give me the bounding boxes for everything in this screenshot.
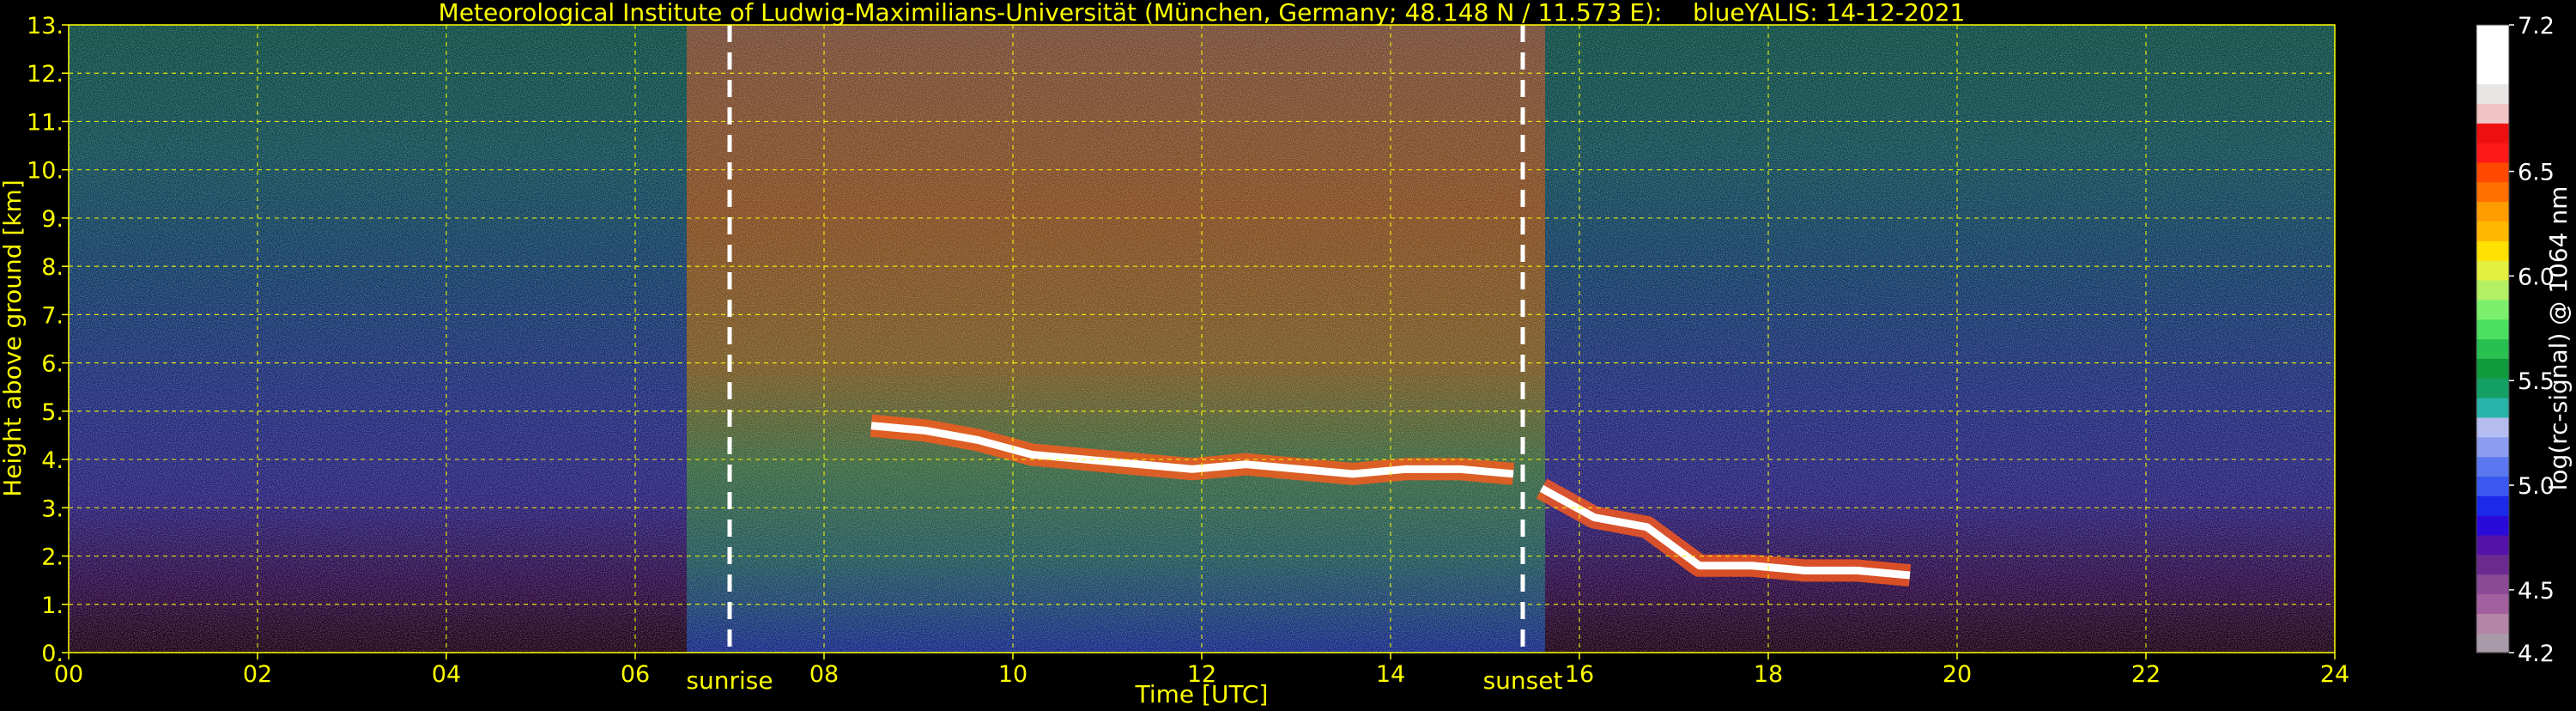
y-axis-label: Height above ground [km] [0,179,27,497]
y-tick-label: 11. [27,109,64,136]
colorbar-segment [2476,279,2509,301]
lidar-quicklook: sunrise sunset 00 02 04 06 08 10 12 14 16 18 20 22 24… [0,0,2576,708]
chart-svg: sunrise sunset 00 02 04 06 08 10 12 14 16 18 20 22 24… [0,0,2573,708]
x-tick-label: 10 [998,661,1027,688]
colorbar-segment [2476,103,2509,124]
y-tick-label: 6. [41,351,64,378]
y-tick-label: 2. [41,544,64,571]
colorbar-segment [2476,240,2509,261]
colorbar-segment [2476,358,2509,379]
y-tick-label: 4. [41,447,64,474]
y-tick-label: 7. [41,302,64,329]
colorbar-segment [2476,398,2509,418]
colorbar-segment [2476,181,2509,203]
colorbar-segment [2476,123,2509,143]
x-tick-label: 24 [2320,661,2349,688]
colorbar-segment [2476,534,2509,556]
colorbar-segment [2476,436,2509,458]
x-tick-label: 18 [1754,661,1783,688]
chart-title: Meteorological Institute of Ludwig-Maxim… [439,0,1966,27]
colorbar-segment [2476,299,2509,320]
y-tick-label: 0. [41,641,64,667]
colorbar-segment [2476,319,2509,340]
x-axis-label: Time [UTC] [1135,680,1269,708]
y-tick-label: 3. [41,495,64,522]
x-tick-label: 14 [1376,661,1405,688]
y-tick-label: 12. [27,61,64,88]
x-tick-label: 16 [1565,661,1594,688]
colorbar-segment [2476,554,2509,575]
colorbar-tick-label: 4.2 [2518,641,2555,667]
colorbar-segment [2476,161,2509,183]
y-tick-label: 9. [41,206,64,233]
colorbar-segment [2476,260,2509,281]
x-tick-label: 04 [432,661,461,688]
colorbar-segment [2476,633,2509,653]
colorbar-segment [2476,574,2509,595]
colorbar-segment [2476,593,2509,614]
colorbar-segment [2476,201,2509,222]
colorbar-segment [2476,221,2509,241]
x-tick-label: 06 [621,661,650,688]
colorbar-segment [2476,495,2509,516]
colorbar-segment [2476,476,2509,496]
colorbar-segment [2476,515,2509,536]
colorbar-segment [2476,416,2509,438]
y-tick-label: 1. [41,592,64,619]
colorbar-tick-label: 6.5 [2518,160,2555,186]
colorbar-segment [2476,44,2509,65]
event-label: sunset [1483,666,1563,695]
y-tick-label: 13. [27,13,64,40]
y-axis: 0. 1. 2. 3. 4. 5. 6. 7. 8. 9. 10. 11. 12. 13. [27,13,69,667]
colorbar: 4.24.55.05.56.06.57.2 [2476,13,2555,667]
y-tick-label: 10. [27,158,64,185]
colorbar-segment [2476,143,2509,163]
x-tick-label: 22 [2131,661,2161,688]
y-tick-label: 5. [41,399,64,426]
colorbar-tick-label: 4.5 [2518,578,2555,605]
colorbar-segment [2476,25,2509,46]
y-tick-label: 8. [41,254,64,281]
colorbar-tick-label: 7.2 [2518,13,2555,40]
colorbar-segment [2476,456,2509,477]
colorbar-label: log(rc-signal) @ 1064 nm [2544,186,2573,491]
x-tick-label: 20 [1943,661,1972,688]
colorbar-segment [2476,338,2509,359]
x-tick-label: 08 [809,661,839,688]
colorbar-segment [2476,64,2509,85]
colorbar-segment [2476,613,2509,634]
colorbar-segment [2476,378,2509,398]
colorbar-segment [2476,83,2509,104]
event-label: sunrise [686,666,773,695]
x-tick-label: 02 [243,661,272,688]
